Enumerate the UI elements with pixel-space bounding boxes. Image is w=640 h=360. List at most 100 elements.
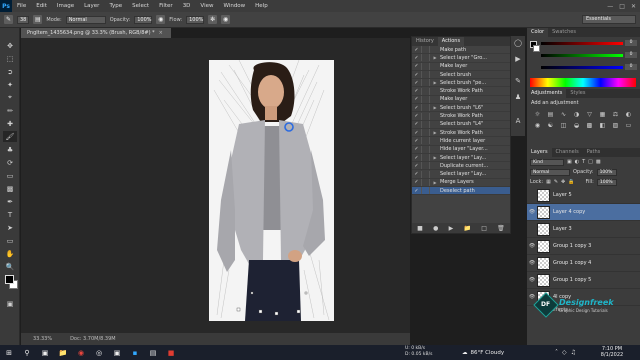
zoom-tool-icon[interactable]: 🔍 (3, 261, 17, 272)
fill-field[interactable]: 100% (596, 178, 617, 186)
blue-slider[interactable] (541, 66, 623, 69)
close-icon[interactable]: ✕ (631, 3, 636, 10)
tab-styles[interactable]: Styles (566, 89, 589, 98)
filter-shape-icon[interactable]: □ (588, 159, 593, 165)
chrome-icon[interactable]: ◉ (74, 347, 88, 359)
chevron-up-icon[interactable]: ˄ (555, 349, 558, 356)
foreground-color-swatch[interactable] (5, 275, 14, 284)
eyedropper-tool-icon[interactable]: ✏ (3, 105, 17, 116)
menu-window[interactable]: Window (218, 3, 250, 9)
dialog-toggle[interactable] (421, 154, 430, 161)
new-action-icon[interactable]: □ (481, 225, 487, 232)
blue-value[interactable]: 0 (625, 64, 637, 70)
menu-filter[interactable]: Filter (154, 3, 178, 9)
menu-image[interactable]: Image (52, 3, 79, 9)
brush-panel-icon[interactable]: ▤ (33, 15, 43, 24)
black-white-icon[interactable]: ◐ (624, 110, 633, 118)
photo-filter-icon[interactable]: ◉ (533, 121, 542, 129)
levels-icon[interactable]: ▤ (546, 110, 555, 118)
action-item[interactable]: ✓ Select brush "L4" (412, 120, 510, 129)
dialog-toggle[interactable] (421, 137, 430, 145)
action-item[interactable]: ✓ ▶ Select brush "L6" (412, 104, 510, 113)
action-item[interactable]: ✓ ▶ Merge Layers (412, 178, 510, 188)
visibility-eye-icon[interactable]: 👁 (527, 243, 537, 249)
tab-actions[interactable]: Actions (437, 37, 465, 46)
layer-row[interactable]: 👁 Group 1 copy 3 (527, 238, 640, 255)
layer-row[interactable]: 👁 Group 1 copy 5 (527, 272, 640, 289)
menu-edit[interactable]: Edit (31, 3, 52, 9)
action-item[interactable]: ✓ Make layer (412, 62, 510, 71)
action-item[interactable]: ✓ Select brush (412, 71, 510, 80)
checkmark-icon[interactable]: ✓ (412, 105, 421, 111)
hue-saturation-icon[interactable]: ▦ (598, 110, 607, 118)
menu-type[interactable]: Type (104, 3, 127, 9)
expand-triangle-icon[interactable]: ▶ (430, 105, 440, 110)
action-item[interactable]: ✓ Hide layer "Layer... (412, 145, 510, 154)
dialog-toggle[interactable] (421, 145, 430, 153)
checkmark-icon[interactable]: ✓ (412, 171, 421, 177)
character-panel-icon[interactable]: A (513, 116, 523, 126)
crop-tool-icon[interactable]: ⌖ (3, 92, 17, 103)
checkmark-icon[interactable]: ✓ (412, 179, 421, 185)
move-tool-icon[interactable]: ✥ (3, 40, 17, 51)
weather-widget[interactable]: ☁ 86°F Cloudy (462, 345, 504, 360)
checkmark-icon[interactable]: ✓ (412, 80, 421, 86)
brush-tool-icon[interactable]: ✎ (4, 15, 13, 24)
dialog-toggle[interactable] (421, 120, 430, 128)
action-item[interactable]: ✓ Duplicate current... (412, 162, 510, 171)
layer-row[interactable]: Layer 3 (527, 221, 640, 238)
stop-icon[interactable]: ■ (417, 225, 423, 232)
dialog-toggle[interactable] (421, 79, 430, 87)
action-item[interactable]: ✓ Stroke Work Path (412, 87, 510, 96)
checkmark-icon[interactable]: ✓ (412, 72, 421, 78)
filter-adjustment-icon[interactable]: ◐ (575, 159, 579, 165)
brush-size-picker[interactable]: 38 (17, 15, 30, 24)
action-item[interactable]: ✓ Make path (412, 46, 510, 55)
checkmark-icon[interactable]: ✓ (412, 188, 421, 194)
expand-triangle-icon[interactable]: ▶ (430, 55, 440, 60)
canvas-image[interactable] (209, 60, 334, 321)
path-select-tool-icon[interactable]: ➤ (3, 222, 17, 233)
expand-triangle-icon[interactable]: ▶ (430, 155, 440, 160)
dialog-toggle[interactable] (421, 87, 430, 95)
brush-preset-icon[interactable]: ✎ (513, 76, 523, 86)
trash-icon[interactable]: 🗑 (497, 225, 505, 232)
clone-source-icon[interactable]: ♟ (513, 92, 523, 102)
checkmark-icon[interactable]: ✓ (412, 96, 421, 102)
color-balance-icon[interactable]: ⚖ (611, 110, 620, 118)
checkmark-icon[interactable]: ✓ (412, 88, 421, 94)
search-icon[interactable]: ⚲ (20, 347, 34, 359)
menu-file[interactable]: File (12, 3, 31, 9)
pen-tool-icon[interactable]: ✒ (3, 196, 17, 207)
tab-color[interactable]: Color (527, 28, 549, 37)
visibility-eye-icon[interactable]: 👁 (527, 260, 537, 266)
gradient-tool-icon[interactable]: ▩ (3, 183, 17, 194)
color-spectrum[interactable] (530, 78, 636, 87)
color-bg-swatch[interactable] (533, 45, 540, 52)
type-tool-icon[interactable]: T (3, 209, 17, 220)
action-item[interactable]: ✓ Hide current layer (412, 137, 510, 146)
photoshop-taskbar-icon[interactable]: ▪ (128, 347, 142, 359)
visibility-eye-icon[interactable]: 👁 (527, 294, 537, 300)
dialog-toggle[interactable] (421, 162, 430, 170)
quick-select-tool-icon[interactable]: ✦ (3, 79, 17, 90)
healing-brush-tool-icon[interactable]: ✚ (3, 118, 17, 129)
dialog-toggle[interactable] (421, 187, 430, 195)
checkmark-icon[interactable]: ✓ (412, 121, 421, 127)
channel-mixer-icon[interactable]: ☯ (546, 121, 555, 129)
close-tab-icon[interactable]: × (159, 30, 163, 36)
dialog-toggle[interactable] (421, 95, 430, 103)
tab-swatches[interactable]: Swatches (548, 28, 580, 37)
pressure-size-icon[interactable]: ◉ (221, 15, 231, 24)
layer-opacity-field[interactable]: 100% (596, 168, 617, 176)
kind-filter-select[interactable]: Kind (530, 158, 564, 166)
history-brush-tool-icon[interactable]: ⟳ (3, 157, 17, 168)
invert-icon[interactable]: ◒ (572, 121, 581, 129)
dialog-toggle[interactable] (421, 71, 430, 79)
menu-3d[interactable]: 3D (178, 3, 196, 9)
clock[interactable]: 7:10 PM 8/1/2022 (592, 346, 632, 358)
lock-pixels-icon[interactable]: ✎ (554, 179, 558, 185)
filter-smart-icon[interactable]: ▩ (596, 159, 601, 165)
wifi-icon[interactable]: ◇ (562, 349, 567, 356)
marquee-tool-icon[interactable]: ⬚ (3, 53, 17, 64)
